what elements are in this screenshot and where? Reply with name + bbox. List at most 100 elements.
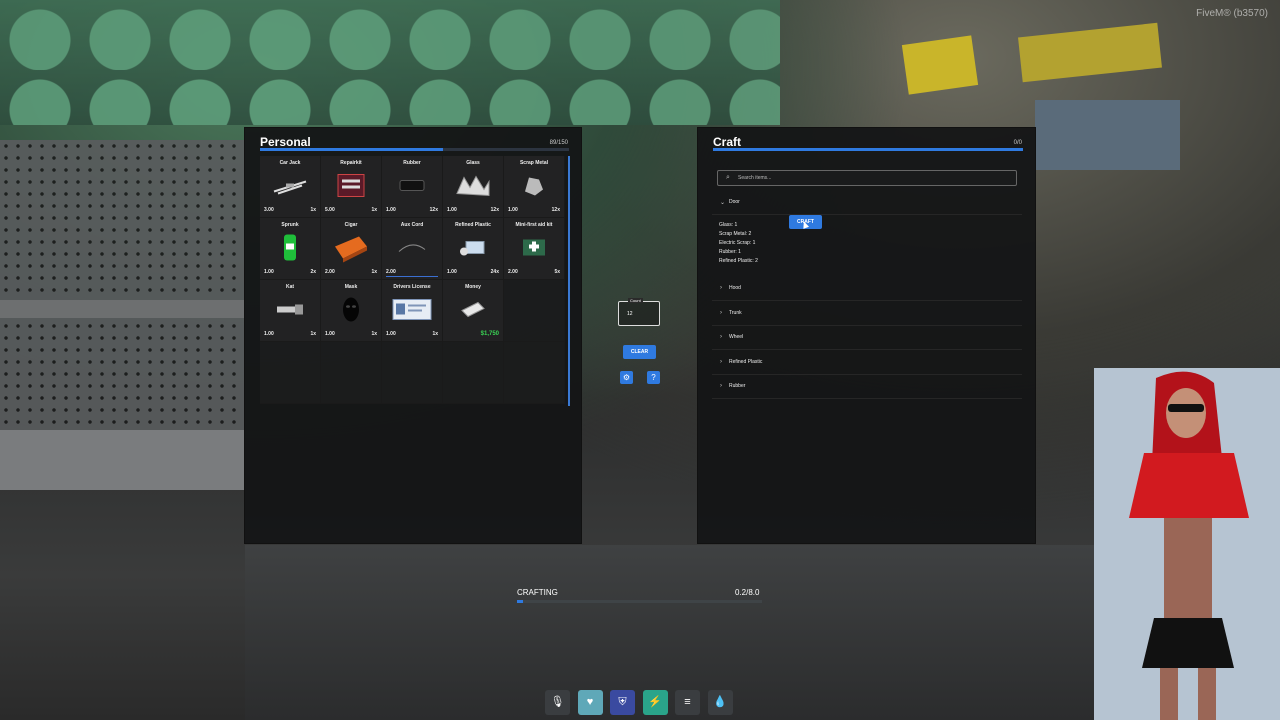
item-durability-bar: [386, 276, 438, 277]
inventory-slot[interactable]: Money $1,750: [443, 280, 504, 342]
count-value: 12: [627, 311, 633, 317]
background-bench: [0, 430, 245, 490]
search-input[interactable]: [738, 171, 1008, 185]
inventory-slot[interactable]: Refined Plastic 1.00 24x: [443, 218, 504, 280]
requirement-item: Scrap Metal: 2: [719, 231, 752, 237]
lightning-icon: ⚡: [648, 696, 662, 708]
recipe-name: Wheel: [729, 334, 744, 340]
requirement-item: Rubber: 1: [719, 249, 741, 255]
item-count: 1x: [310, 331, 316, 337]
inventory-slot[interactable]: Scrap Metal 1.00 12x: [504, 156, 565, 218]
item-weight: 2.00: [508, 269, 518, 275]
refined-plastic-icon: [458, 236, 488, 265]
cigar-box-icon: [333, 233, 369, 268]
inventory-scrollbar[interactable]: [568, 156, 570, 406]
clear-button[interactable]: CLEAR: [623, 345, 656, 359]
inventory-slot[interactable]: Drivers License 1.00 1x: [382, 280, 443, 342]
status-heart: ♥: [577, 690, 603, 715]
personal-title: Personal: [260, 135, 311, 149]
item-name: Repairkit: [340, 160, 362, 166]
recipe-header[interactable]: ⌄ Door: [712, 193, 1022, 215]
microphone-icon: 🎙: [550, 696, 565, 708]
item-name: Refined Plastic: [455, 222, 491, 228]
inventory-slot-empty[interactable]: [504, 280, 565, 342]
craft-weight: 0/0: [1013, 140, 1022, 146]
recipe-name: Hood: [729, 285, 741, 291]
license-card-icon: [392, 299, 432, 326]
item-weight: 2.00: [386, 269, 396, 275]
chevron-right-icon: ›: [720, 285, 722, 291]
status-burger: ≡: [675, 690, 700, 715]
rubber-icon: [398, 178, 426, 199]
inventory-slot[interactable]: Mask 1.00 1x: [321, 280, 382, 342]
item-name: Sprunk: [281, 222, 299, 228]
item-name: Glass: [466, 160, 480, 166]
recipe-name: Door: [729, 199, 740, 205]
money-icon: [460, 301, 486, 324]
status-lightning: ⚡: [642, 690, 668, 715]
item-count: 12x: [429, 207, 438, 213]
inventory-slot[interactable]: Repairkit 5.00 1x: [321, 156, 382, 218]
inventory-slot-empty[interactable]: [321, 342, 382, 404]
item-weight: 1.00: [447, 207, 457, 213]
shield-icon: ⛨: [618, 696, 627, 708]
money-amount: $1,750: [480, 331, 499, 337]
count-label: Count: [628, 298, 643, 303]
scrap-metal-icon: [521, 174, 547, 203]
recipe-header[interactable]: › Hood: [712, 279, 1022, 301]
chevron-down-icon: ⌄: [720, 200, 726, 206]
inventory-slot[interactable]: Kat 1.00 1x: [260, 280, 321, 342]
inventory-slot[interactable]: Mini-first aid kit 2.00 5x: [504, 218, 565, 280]
inventory-slot-empty[interactable]: [443, 342, 504, 404]
inventory-slot-empty[interactable]: [382, 342, 443, 404]
chevron-right-icon: ›: [720, 358, 722, 365]
help-icon: ?: [651, 373, 656, 382]
settings-button[interactable]: ⚙: [620, 371, 633, 384]
crafting-progress-fill: [517, 600, 524, 603]
item-weight: 3.00: [264, 207, 274, 213]
inventory-slot[interactable]: Car Jack 3.00 1x: [260, 156, 321, 218]
item-name: Cigar: [344, 222, 358, 228]
background-shelf: [0, 300, 245, 318]
recipe-header[interactable]: › Refined Plastic: [712, 353, 1022, 375]
recipe-header[interactable]: › Trunk: [712, 304, 1022, 326]
inventory-slot[interactable]: Cigar 2.00 1x: [321, 218, 382, 280]
inventory-slot[interactable]: Aux Cord 2.00: [382, 218, 443, 280]
car-jack-icon: [272, 176, 308, 201]
help-button[interactable]: ?: [647, 371, 660, 384]
search-field[interactable]: ⌕: [717, 170, 1017, 186]
recipe-name: Trunk: [729, 309, 742, 316]
sprunk-can-icon: [283, 234, 297, 267]
personal-weight-bar-fill: [260, 148, 444, 151]
item-count: 12x: [490, 207, 499, 213]
recipe-name: Rubber: [729, 383, 746, 389]
requirement-item: Refined Plastic: 2: [719, 258, 758, 264]
mask-icon: [342, 297, 360, 328]
player-character-view: [1094, 368, 1280, 720]
item-name: Kat: [285, 284, 295, 290]
water-drop-icon: 💧: [713, 696, 727, 708]
craft-title: Craft: [713, 135, 742, 149]
requirements-list: Glass: 1 Scrap Metal: 2 Electric Scrap: 1 R…: [719, 221, 758, 266]
item-name: Money: [465, 284, 481, 290]
recipe-header[interactable]: › Wheel: [712, 328, 1022, 350]
personal-weight: 89/150: [549, 140, 568, 146]
item-weight: 2.00: [325, 269, 335, 275]
inventory-slot[interactable]: Sprunk 1.00 2x: [260, 218, 321, 280]
item-count: 1x: [310, 207, 316, 213]
requirement-item: Electric Scrap: 1: [719, 240, 756, 246]
item-weight: 1.00: [386, 207, 396, 213]
background-poster: [1035, 100, 1180, 170]
count-input[interactable]: Count 12: [618, 298, 660, 326]
inventory-slot[interactable]: Rubber 1.00 12x: [382, 156, 443, 218]
item-count: 1x: [371, 269, 377, 275]
item-count: 1x: [371, 207, 377, 213]
inventory-slot-empty[interactable]: [504, 342, 565, 404]
inventory-grid: Car Jack 3.00 1x Repairkit 5.00 1x Rubber 1.00 1…: [260, 156, 569, 404]
inventory-slot-empty[interactable]: [260, 342, 321, 404]
recipe-header[interactable]: › Rubber: [712, 377, 1022, 399]
item-name: Scrap Metal: [519, 160, 549, 166]
inventory-slot[interactable]: Glass 1.00 12x: [443, 156, 504, 218]
background-sign: [901, 35, 979, 95]
status-microphone: 🎙: [545, 690, 570, 715]
